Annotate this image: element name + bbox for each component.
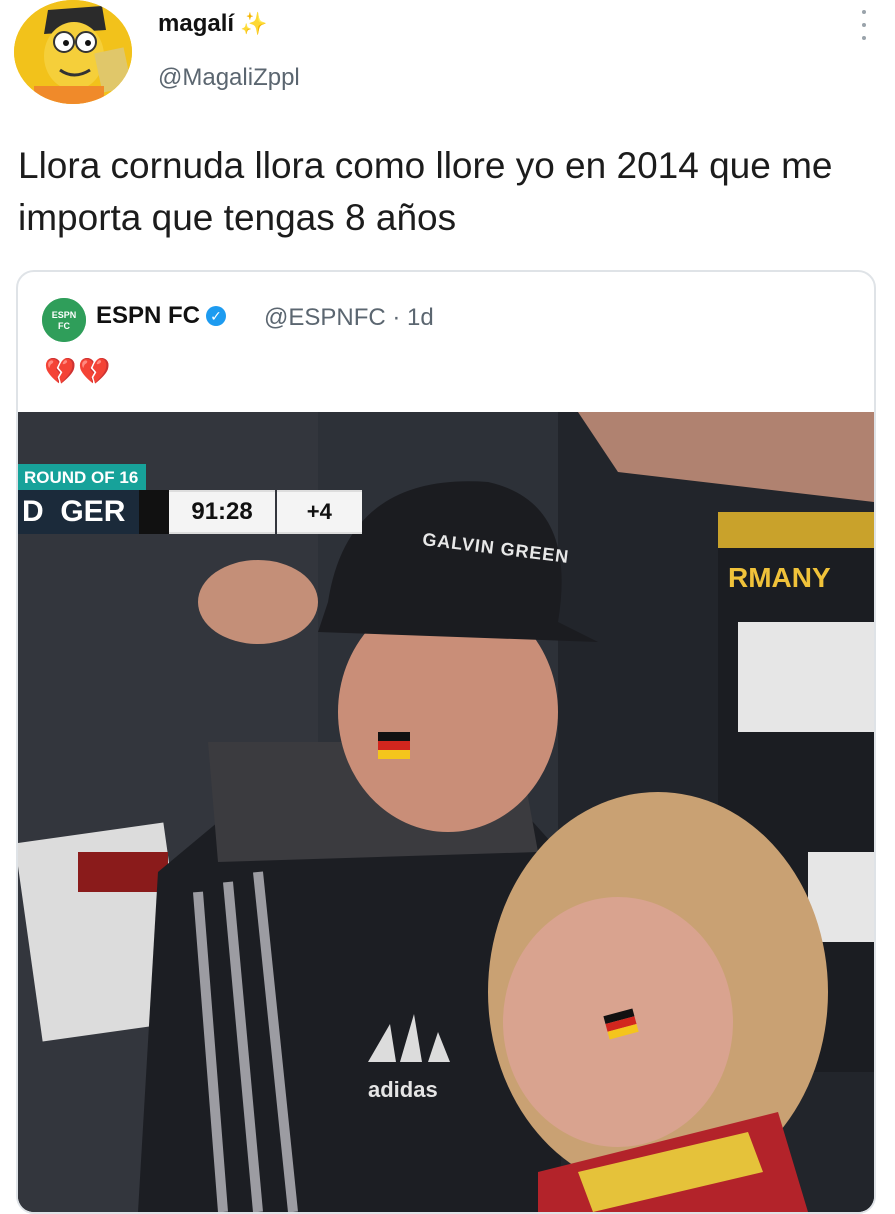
scoreboard: D GER 91:28 +4 <box>18 490 362 534</box>
score-team: D GER <box>18 490 140 534</box>
tweet-text: Llora cornuda llora como llore yo en 201… <box>18 145 833 238</box>
verified-badge-icon: ✓ <box>206 306 227 326</box>
quoted-tweet-text: 💔💔 <box>44 356 113 386</box>
vertical-ellipsis-icon[interactable] <box>859 10 869 40</box>
quoted-display-name[interactable]: ESPN FC ✓ <box>96 302 227 330</box>
display-name-text: magalí <box>158 10 235 37</box>
quoted-handle: @ESPNFC · 1d <box>264 304 434 331</box>
svg-text:FC: FC <box>58 321 70 331</box>
display-name[interactable]: magalí ✨ <box>158 10 267 38</box>
avatar[interactable] <box>14 0 132 104</box>
score-team-name: GER <box>60 495 126 528</box>
scarf-text: RMANY <box>728 562 831 593</box>
quoted-avatar: ESPN FC <box>42 298 86 342</box>
jacket-brand-text: adidas <box>368 1077 438 1102</box>
score-round-label: ROUND OF 16 <box>18 464 147 491</box>
tweet-media-image[interactable]: ROUND OF 16 D GER 91:28 +4 GALVIN GREEN … <box>18 412 874 1212</box>
quoted-tweet-card[interactable]: ESPN FC ESPN FC ✓ @ESPNFC · 1d 💔💔 ROUND … <box>16 270 876 1214</box>
quoted-name-text: ESPN FC <box>96 302 201 329</box>
name-emoji: ✨ <box>240 11 268 36</box>
score-box <box>139 490 170 534</box>
score-team-prefix: D <box>22 495 44 528</box>
score-clock: 91:28 <box>169 490 275 534</box>
user-handle[interactable]: @MagaliZppl <box>158 64 300 92</box>
svg-text:ESPN: ESPN <box>52 310 77 320</box>
score-added-time: +4 <box>276 490 362 534</box>
